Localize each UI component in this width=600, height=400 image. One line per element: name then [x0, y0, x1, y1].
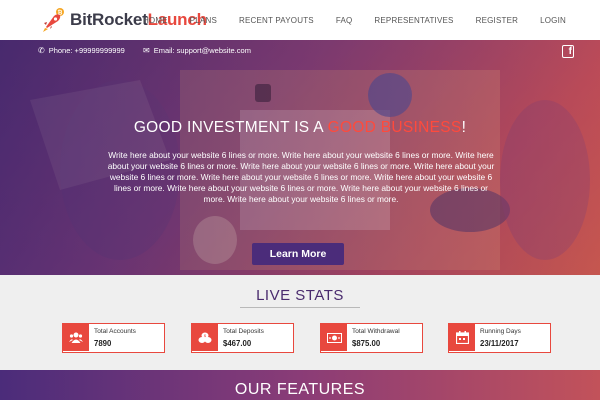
phone-contact: ✆ Phone: +99999999999 [38, 46, 125, 55]
envelope-icon: ✉ [143, 46, 150, 55]
stat-label: Total Withdrawal [352, 328, 400, 335]
stat-value: 23/11/2017 [480, 339, 519, 348]
stat-label: Running Days [480, 328, 521, 335]
email-text: Email: support@website.com [153, 46, 251, 55]
coins-icon: $ [192, 324, 218, 351]
nav-register[interactable]: REGISTER [476, 16, 519, 25]
hero-description: Write here about your website 6 lines or… [107, 150, 495, 204]
stat-value: $875.00 [352, 339, 381, 348]
hero-section: ✆ Phone: +99999999999 ✉ Email: support@w… [0, 40, 600, 275]
headline-start: GOOD INVESTMENT IS A [133, 119, 328, 136]
money-icon [321, 324, 347, 351]
nav-plans[interactable]: PLANS [190, 16, 217, 25]
nav-faq[interactable]: FAQ [336, 16, 353, 25]
nav-home[interactable]: HOME [143, 16, 168, 25]
email-contact: ✉ Email: support@website.com [143, 46, 251, 55]
headline-highlight: GOOD BUSINESS [327, 119, 462, 136]
calendar-icon [449, 324, 475, 351]
facebook-icon[interactable]: f [562, 45, 574, 58]
title-divider [240, 307, 360, 308]
nav-login[interactable]: LOGIN [540, 16, 566, 25]
stat-value: 7890 [94, 339, 112, 348]
rocket-icon: ₿ [40, 7, 66, 33]
stat-card-total-deposits: $ Total Deposits $467.00 [191, 323, 294, 353]
stat-card-total-withdrawal: Total Withdrawal $875.00 [320, 323, 423, 353]
stat-label: Total Accounts [94, 328, 136, 335]
live-stats-title: LIVE STATS [256, 287, 344, 304]
nav-representatives[interactable]: REPRESENTATIVES [374, 16, 453, 25]
phone-icon: ✆ [38, 46, 45, 55]
live-stats-section: LIVE STATS Total Accounts 7890 $ Total D… [0, 275, 600, 370]
top-navigation: ₿ BitRocketLaunch HOME PLANS RECENT PAYO… [0, 0, 600, 40]
contact-bar: ✆ Phone: +99999999999 ✉ Email: support@w… [0, 40, 600, 64]
main-menu: HOME PLANS RECENT PAYOUTS FAQ REPRESENTA… [121, 0, 566, 40]
learn-more-button[interactable]: Learn More [252, 243, 344, 265]
users-icon [63, 324, 89, 351]
nav-recent-payouts[interactable]: RECENT PAYOUTS [239, 16, 314, 25]
phone-text: Phone: +99999999999 [48, 46, 125, 55]
stat-label: Total Deposits [223, 328, 264, 335]
features-title: OUR FEATURES [234, 381, 366, 398]
stat-card-running-days: Running Days 23/11/2017 [448, 323, 551, 353]
stat-value: $467.00 [223, 339, 252, 348]
headline-end: ! [461, 119, 467, 136]
stat-card-total-accounts: Total Accounts 7890 [62, 323, 165, 353]
features-section: OUR FEATURES [0, 370, 600, 400]
hero-headline: GOOD INVESTMENT IS A GOOD BUSINESS! [0, 119, 600, 137]
